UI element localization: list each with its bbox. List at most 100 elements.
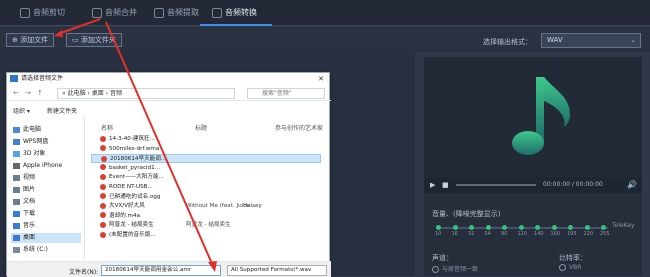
eq-knob[interactable] [584,225,590,230]
navigation-pane: 此电脑 WPS网盘 3D 对象 Apple iPhone 视频 图片 文档 下载… [7,117,85,259]
vbr-radio[interactable]: VBR [559,264,581,271]
player-controls: ▶ ■ 00:00:00 / 00:00:00 🔊 [424,177,642,193]
nav-item-this-pc[interactable]: 此电脑 [13,125,41,135]
forward-icon[interactable]: → [25,89,31,97]
eq-knob[interactable] [436,225,441,230]
filename-input[interactable]: 20180614早天能调用金会公.amr [101,265,221,276]
file-row[interactable]: Event——大阳万能... [91,173,321,182]
cloud-icon [13,138,20,145]
eq-label: 195 [567,231,577,237]
eq-label: 140 [534,231,544,237]
file-row[interactable]: RODE NT-USB... [91,183,321,192]
radio-circle-icon [559,264,566,271]
scissors-icon [20,7,30,18]
file-row[interactable]: 14-3-40-建筑狂... [91,135,321,144]
nav-item-videos[interactable]: 视频 [13,173,35,183]
file-name: 大VX/V好大风 [109,203,145,210]
nav-item-iphone[interactable]: Apple iPhone [13,161,62,171]
nav-label: 文档 [23,198,36,205]
volume-icon[interactable]: 🔊 [627,180,637,189]
file-row[interactable]: 大VX/V好大风 Without Me (feat. Juice ... Halse… [91,202,321,211]
nav-item-music[interactable]: 音乐 [13,221,35,231]
file-name: (未配置的音乐版... [109,232,156,238]
add-folder-button[interactable]: ▭ 添加文件夹 [66,33,122,47]
nav-item-desktop[interactable]: 桌面 [11,233,81,243]
back-icon[interactable]: ← [13,89,19,97]
nav-item-downloads[interactable]: 下载 [13,209,35,219]
path-field[interactable]: « 此电脑 › 桌面 › 音频 [57,88,235,99]
eq-knob[interactable] [452,225,458,230]
eq-knob[interactable] [502,225,507,230]
file-row[interactable]: 500miles-drf.wma [91,145,321,154]
file-row[interactable]: (未配置的音乐版... [91,231,321,240]
nav-label: Apple iPhone [23,162,63,169]
play-icon[interactable]: ▶ [430,181,435,189]
file-list: 名称 标题 参与创作的艺术家 14-3-40-建筑狂... 500miles-dr… [91,117,331,259]
file-row[interactable]: 阿普龙 - 结局卖生 阿普龙 - 结局卖生 [91,221,321,230]
organize-button[interactable]: 组织 ▾ [13,106,30,115]
eq-knob[interactable] [485,225,491,230]
output-format-label: 选择输出格式： [483,38,532,46]
nav-label: 下载 [23,210,36,217]
download-icon [13,210,20,217]
file-name: 14-3-40-建筑狂... [109,136,155,142]
file-row[interactable]: 退却的.m4a [91,212,321,221]
file-name: Event——大阳万能... [109,174,164,181]
tab-audio-cut[interactable]: 音频剪切 [8,0,65,26]
nav-item-drive-c[interactable]: 系统 (C:) [13,245,48,255]
add-file-label: 添加文件 [20,36,49,44]
column-header-title[interactable]: 标题 [195,123,207,132]
column-header-name[interactable]: 名称 [101,123,113,132]
file-row[interactable]: 20180614早天能调... [91,154,321,164]
dialog-titlebar: 请选择音频文件 ✕ [7,73,329,85]
eq-knob[interactable] [469,225,474,230]
nav-label: 视频 [23,174,36,181]
progress-track[interactable] [456,184,536,186]
nav-item-documents[interactable]: 文档 [13,197,35,207]
nav-label: WPS网盘 [23,138,49,145]
channel-radio[interactable]: 与原音频一致 [432,264,478,273]
window-icon [10,75,18,82]
nav-item-wps[interactable]: WPS网盘 [13,137,48,147]
nav-label: 3D 对象 [23,150,46,157]
output-format-select[interactable]: WAV ⌄ [541,33,641,48]
eq-knob[interactable] [535,225,540,230]
eq-knob[interactable] [568,225,573,230]
up-icon[interactable]: ↑ [37,89,43,97]
volume-label: 音量、(降噪完整显示) [432,210,501,218]
audio-file-icon [100,193,106,200]
tab-audio-extract[interactable]: 音频提取 [142,0,199,26]
vbr-radio-label: VBR [569,264,582,271]
audio-file-icon [101,155,107,162]
filetype-select[interactable]: All Supported Formats(*.wav [227,265,327,276]
nav-item-pictures[interactable]: 图片 [13,185,35,195]
nav-item-3d[interactable]: 3D 对象 [13,149,45,159]
eq-knob[interactable] [518,225,524,230]
channel-radio-label: 与原音频一致 [442,266,479,273]
bitrate-label: 比特率： [559,254,587,262]
add-file-button[interactable]: ⊕ 添加文件 [6,33,55,47]
file-title: 阿普龙 - 结局卖生 [186,222,231,229]
tab-audio-merge[interactable]: 音频合并 [80,0,137,26]
document-icon [13,198,20,205]
search-input[interactable]: 搜索"音频" [247,88,325,99]
stop-icon[interactable]: ■ [442,181,449,189]
eq-label: 160 [550,231,561,237]
file-row[interactable]: basket_pyracid1... [91,164,321,173]
column-header-artist[interactable]: 参与创作的艺术家 [275,123,323,132]
radio-circle-icon [432,266,439,273]
eq-right-label: TeleKey [612,222,635,229]
tab-audio-convert[interactable]: 音频转换 [200,0,272,26]
extract-icon [154,7,164,18]
eq-knob[interactable] [551,225,557,230]
phone-icon [13,162,20,169]
tab-label: 音频剪切 [33,8,65,17]
new-folder-button[interactable]: 新建文件夹 [47,106,77,115]
file-row[interactable]: 已耕通吃的试名.ogg [91,193,321,202]
eq-knob[interactable] [601,225,606,230]
file-name: basket_pyracid1... [109,164,161,171]
nav-label: 桌面 [23,234,36,241]
close-icon[interactable]: ✕ [318,73,324,85]
picture-icon [13,186,20,193]
tab-label: 音频合并 [105,8,137,17]
